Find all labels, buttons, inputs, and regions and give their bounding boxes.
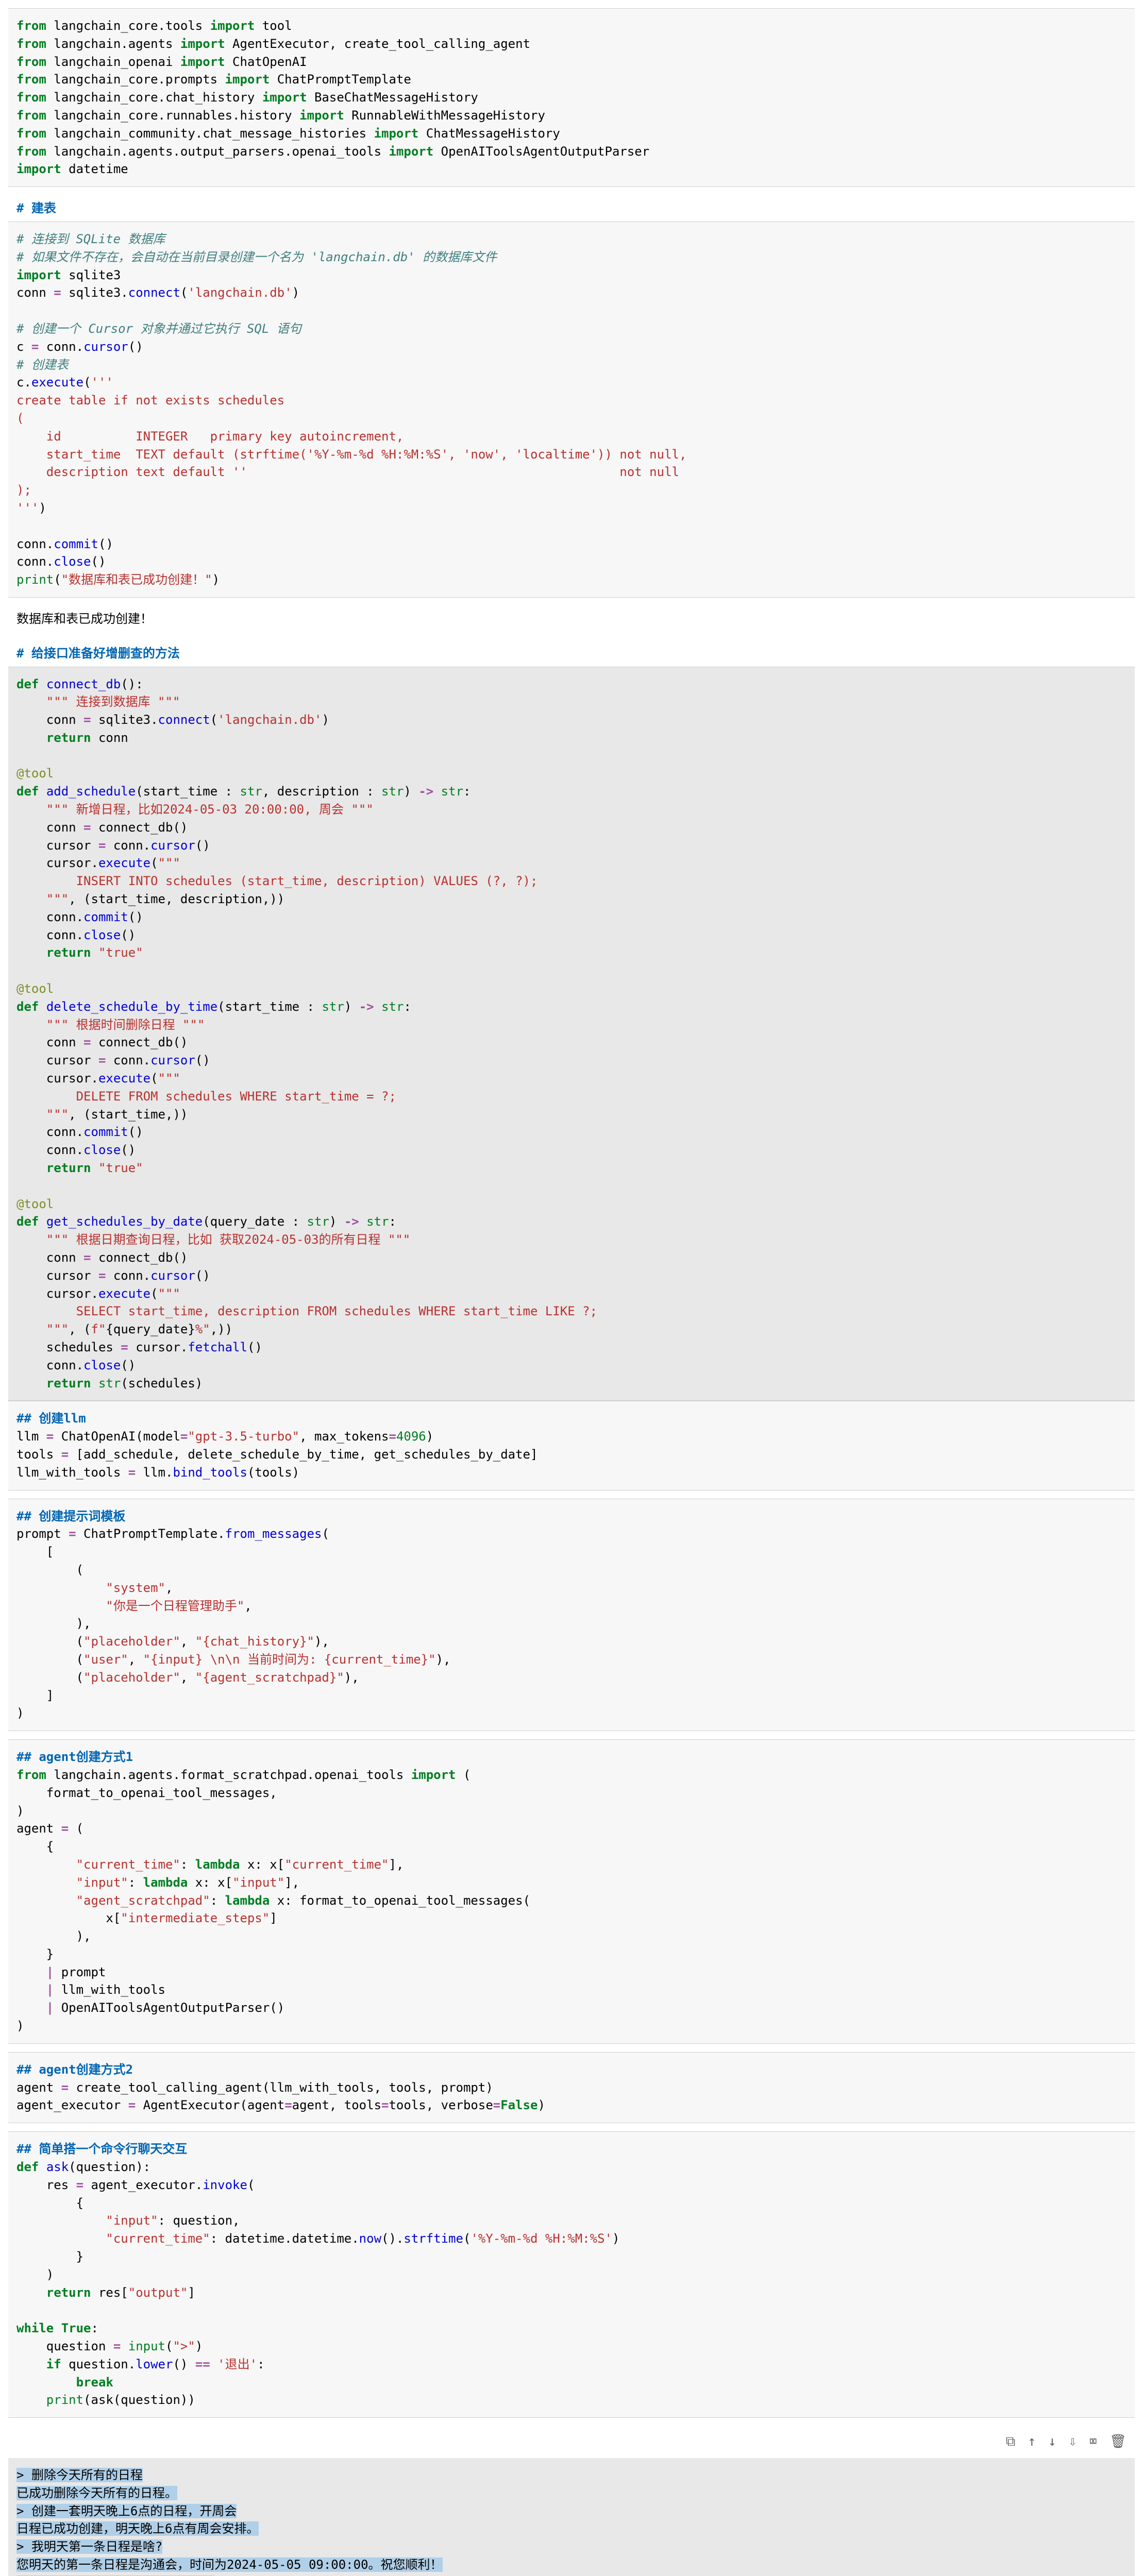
- terminal-output: > 删除今天所有的日程已成功删除今天所有的日程。> 创建一套明天晚上6点的日程，…: [8, 2458, 1135, 2576]
- terminal-line: > 删除今天所有的日程: [16, 2466, 1127, 2484]
- terminal-line: 日程已成功创建，明天晚上6点有周会安排。: [16, 2520, 1127, 2538]
- code-cell-8[interactable]: ## agent创建方式1 from langchain.agents.form…: [8, 1739, 1135, 2044]
- move-down-icon[interactable]: ↓: [1048, 2432, 1056, 2452]
- terminal-line: 您明天的第一条日程是沟通会，时间为2024-05-05 09:00:00。祝您顺…: [16, 2556, 1127, 2574]
- markdown-heading: # 建表: [8, 195, 1135, 222]
- code-cell-7[interactable]: ## 创建提示词模板 prompt = ChatPromptTemplate.f…: [8, 1499, 1135, 1732]
- markdown-heading: # 给接口准备好增删查的方法: [8, 640, 1135, 667]
- download-icon[interactable]: ⇩: [1069, 2432, 1077, 2452]
- clear-icon[interactable]: ⌧: [1089, 2432, 1097, 2452]
- trash-icon[interactable]: 🗑: [1110, 2432, 1127, 2452]
- terminal-line: > 创建一套明天晚上6点的日程，开周会: [16, 2502, 1127, 2520]
- code-cell-10[interactable]: ## 简单搭一个命令行聊天交互 def ask(question): res =…: [8, 2131, 1135, 2418]
- terminal-line: 已成功删除今天所有的日程。: [16, 2484, 1127, 2502]
- copy-icon[interactable]: ⧉: [1006, 2432, 1016, 2452]
- cell-output: 数据库和表已成功创建！: [8, 606, 1135, 632]
- terminal-line: > 我明天第一条日程是啥?: [16, 2538, 1127, 2556]
- move-up-icon[interactable]: ↑: [1028, 2432, 1036, 2452]
- terminal-line: > 看下我明天早上10点有没有安排?: [16, 2574, 1127, 2576]
- code-cell-9[interactable]: ## agent创建方式2 agent = create_tool_callin…: [8, 2052, 1135, 2123]
- code-cell-selected[interactable]: def connect_db(): """ 连接到数据库 """ conn = …: [8, 667, 1135, 1401]
- cell-toolbar: ⧉ ↑ ↓ ⇩ ⌧ 🗑: [8, 2426, 1135, 2458]
- code-cell-6[interactable]: ## 创建llm llm = ChatOpenAI(model="gpt-3.5…: [8, 1401, 1135, 1490]
- code-cell-0[interactable]: from langchain_core.tools import tool fr…: [8, 8, 1135, 187]
- code-cell-2[interactable]: # 连接到 SQLite 数据库 # 如果文件不存在，会自动在当前目录创建一个名…: [8, 222, 1135, 598]
